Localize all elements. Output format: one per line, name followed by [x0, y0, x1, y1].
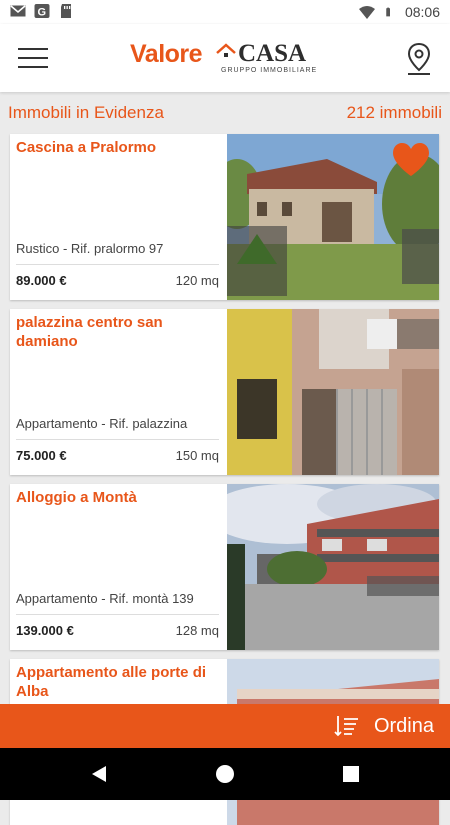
logo: Valore CASA GRUPPO IMMOBILIARE	[130, 38, 325, 80]
list-header: Immobili in Evidenza 212 immobili	[0, 100, 450, 126]
house-icon	[216, 43, 236, 57]
listing-photo	[227, 309, 439, 475]
logo-primary: Valore	[130, 40, 203, 68]
listing-photo	[227, 134, 439, 300]
sort-label: Ordina	[373, 715, 434, 737]
wifi-icon	[358, 6, 375, 19]
listing-photo	[227, 484, 439, 650]
divider	[16, 264, 219, 265]
listing-area: 128 mq	[175, 623, 219, 638]
listing-card[interactable]: Alloggio a Montà Appartamento - Rif. mon…	[10, 484, 439, 650]
logo-secondary: CASA	[238, 40, 307, 67]
divider	[16, 439, 219, 440]
home-icon[interactable]	[214, 763, 236, 785]
back-icon[interactable]	[88, 763, 110, 785]
svg-text:G: G	[38, 7, 47, 19]
sort-button[interactable]: Ordina	[0, 704, 450, 748]
clock: 08:06	[404, 4, 440, 20]
listing-description: Rustico - Rif. pralormo 97	[16, 241, 164, 256]
listing-title: palazzina centro san damiano	[16, 314, 163, 350]
listing-title: Alloggio a Montà	[16, 489, 137, 506]
section-title: Immobili in Evidenza	[8, 103, 164, 122]
app-bar: Valore CASA GRUPPO IMMOBILIARE	[0, 24, 450, 92]
gmail-icon	[10, 5, 26, 17]
system-nav-bar	[0, 748, 450, 800]
hamburger-menu-icon[interactable]	[18, 48, 48, 70]
listing-price: 139.000 €	[16, 623, 74, 638]
status-bar: G 08:06	[0, 0, 450, 24]
listing-card[interactable]: palazzina centro san damiano Appartament…	[10, 309, 439, 475]
result-count: 212 immobili	[346, 103, 442, 122]
listing-title: Appartamento alle porte di Alba	[16, 664, 207, 700]
listing-title: Cascina a Pralormo	[16, 139, 157, 156]
map-pin-icon[interactable]	[406, 42, 432, 76]
listing-description: Appartamento - Rif. palazzina	[16, 416, 188, 431]
listing-card[interactable]: Cascina a Pralormo Rustico - Rif. pralor…	[10, 134, 439, 300]
listing-price: 89.000 €	[16, 273, 67, 288]
favorite-heart-icon[interactable]	[391, 142, 431, 178]
sd-card-icon	[61, 4, 71, 18]
battery-icon	[386, 7, 390, 17]
listing-area: 150 mq	[175, 448, 219, 463]
listing-price: 75.000 €	[16, 448, 67, 463]
google-icon: G	[34, 4, 50, 18]
listing-description: Appartamento - Rif. montà 139	[16, 591, 194, 606]
listing-area: 120 mq	[175, 273, 219, 288]
recents-icon[interactable]	[340, 763, 362, 785]
logo-tagline: GRUPPO IMMOBILIARE	[221, 67, 318, 74]
divider	[16, 614, 219, 615]
sort-icon	[334, 716, 358, 737]
